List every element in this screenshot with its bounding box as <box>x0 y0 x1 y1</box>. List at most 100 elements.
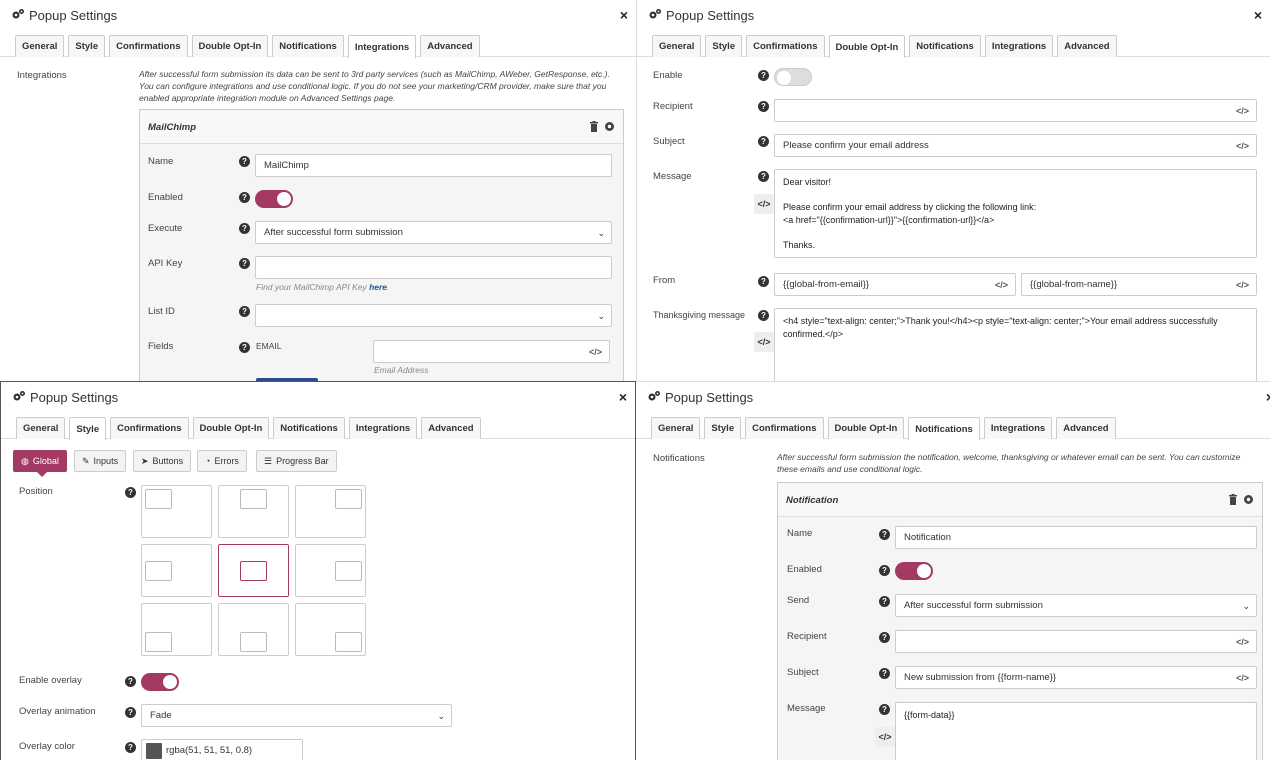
api-key-input[interactable] <box>255 256 612 279</box>
help-icon[interactable]: ? <box>239 156 250 167</box>
trash-icon[interactable] <box>589 121 599 135</box>
tab-style[interactable]: Style <box>69 417 107 440</box>
position-top-right[interactable] <box>295 485 366 538</box>
help-icon[interactable]: ? <box>758 136 769 147</box>
list-id-select[interactable]: ⌄ <box>255 304 612 327</box>
tab-notifications[interactable]: Notifications <box>272 35 344 57</box>
help-icon[interactable]: ? <box>758 70 769 81</box>
from-name-input[interactable]: {{global-from-name}} </> <box>1021 273 1257 296</box>
help-icon[interactable]: ? <box>239 342 250 353</box>
help-icon[interactable]: ? <box>879 668 890 679</box>
subtab-buttons[interactable]: ➤ Buttons <box>133 450 192 472</box>
position-bottom-right[interactable] <box>295 603 366 656</box>
recipient-input[interactable]: </> <box>895 630 1257 653</box>
execute-select[interactable]: After successful form submission ⌄ <box>255 221 612 244</box>
code-insert-button[interactable]: </> <box>875 727 895 747</box>
position-bottom-left[interactable] <box>141 603 212 656</box>
send-select[interactable]: After successful form submission ⌄ <box>895 594 1257 617</box>
tab-advanced[interactable]: Advanced <box>1057 35 1117 57</box>
help-icon[interactable]: ? <box>879 529 890 540</box>
help-icon[interactable]: ? <box>879 596 890 607</box>
help-icon[interactable]: ? <box>758 310 769 321</box>
overlay-animation-select[interactable]: Fade ⌄ <box>141 704 452 727</box>
help-icon[interactable]: ? <box>758 171 769 182</box>
help-icon[interactable]: ? <box>125 742 136 753</box>
position-middle-right[interactable] <box>295 544 366 597</box>
help-icon[interactable]: ? <box>125 676 136 687</box>
close-icon[interactable]: × <box>1254 7 1262 23</box>
tab-style[interactable]: Style <box>704 417 742 439</box>
tab-confirmations[interactable]: Confirmations <box>109 35 188 57</box>
code-icon[interactable]: </> <box>1236 637 1249 647</box>
tab-double-opt-in[interactable]: Double Opt-In <box>828 35 906 58</box>
code-icon[interactable]: </> <box>1236 673 1249 683</box>
subtab-progress-bar[interactable]: ☰ Progress Bar <box>256 450 337 472</box>
tab-advanced[interactable]: Advanced <box>421 417 481 439</box>
subtab-errors[interactable]: ◔ Errors <box>197 450 247 472</box>
help-icon[interactable]: ? <box>879 565 890 576</box>
code-icon[interactable]: </> <box>589 347 602 357</box>
trash-icon[interactable] <box>1228 494 1238 508</box>
help-icon[interactable]: ? <box>758 101 769 112</box>
tab-integrations[interactable]: Integrations <box>348 417 418 439</box>
name-input[interactable]: MailChimp <box>255 154 612 177</box>
subtab-global[interactable]: ◍ Global <box>13 450 67 477</box>
position-center[interactable] <box>218 544 289 597</box>
tab-integrations[interactable]: Integrations <box>983 417 1053 439</box>
help-icon[interactable]: ? <box>758 276 769 287</box>
tab-notifications[interactable]: Notifications <box>909 35 981 57</box>
close-icon[interactable]: × <box>619 389 627 405</box>
tab-confirmations[interactable]: Confirmations <box>745 417 824 439</box>
position-top-left[interactable] <box>141 485 212 538</box>
subtab-inputs[interactable]: ✎ Inputs <box>74 450 127 472</box>
enabled-toggle[interactable] <box>895 562 933 580</box>
tab-integrations[interactable]: Integrations <box>347 35 417 58</box>
recipient-input[interactable]: </> <box>774 99 1257 122</box>
code-icon[interactable]: </> <box>995 280 1008 290</box>
gear-icon[interactable] <box>604 121 615 135</box>
code-insert-button[interactable]: </> <box>754 332 774 352</box>
message-textarea[interactable]: Dear visitor! Please confirm your email … <box>774 169 1257 258</box>
close-icon[interactable]: × <box>620 7 628 23</box>
color-swatch[interactable] <box>146 743 162 759</box>
help-icon[interactable]: ? <box>239 306 250 317</box>
help-icon[interactable]: ? <box>239 223 250 234</box>
enabled-toggle[interactable] <box>255 190 293 208</box>
tab-style[interactable]: Style <box>68 35 106 57</box>
from-email-input[interactable]: {{global-from-email}} </> <box>774 273 1016 296</box>
tab-notifications[interactable]: Notifications <box>273 417 345 439</box>
tab-general[interactable]: General <box>651 417 701 439</box>
message-textarea[interactable]: {{form-data}} <box>895 702 1257 760</box>
tab-confirmations[interactable]: Confirmations <box>746 35 825 57</box>
overlay-toggle[interactable] <box>141 673 179 691</box>
help-icon[interactable]: ? <box>125 487 136 498</box>
help-icon[interactable]: ? <box>879 704 890 715</box>
tab-double-opt-in[interactable]: Double Opt-In <box>192 417 270 439</box>
gear-icon[interactable] <box>1243 494 1254 508</box>
code-icon[interactable]: </> <box>1236 141 1249 151</box>
thanks-textarea[interactable]: <h4 style="text-align: center;">Thank yo… <box>774 308 1257 381</box>
help-icon[interactable]: ? <box>125 707 136 718</box>
api-key-link[interactable]: here <box>369 282 387 292</box>
help-icon[interactable]: ? <box>239 192 250 203</box>
tab-double-opt-in[interactable]: Double Opt-In <box>827 417 905 439</box>
tab-general[interactable]: General <box>652 35 702 57</box>
tab-advanced[interactable]: Advanced <box>1056 417 1116 439</box>
code-icon[interactable]: </> <box>1236 106 1249 116</box>
position-middle-left[interactable] <box>141 544 212 597</box>
enable-toggle[interactable] <box>774 68 812 86</box>
tab-advanced[interactable]: Advanced <box>420 35 480 57</box>
help-icon[interactable]: ? <box>239 258 250 269</box>
subject-input[interactable]: Please confirm your email address </> <box>774 134 1257 157</box>
close-icon[interactable]: × <box>1266 389 1270 405</box>
overlay-color-input[interactable]: rgba(51, 51, 51, 0.8) <box>141 739 303 760</box>
position-top-center[interactable] <box>218 485 289 538</box>
position-bottom-center[interactable] <box>218 603 289 656</box>
email-field-input[interactable]: </> <box>373 340 610 363</box>
code-insert-button[interactable]: </> <box>754 194 774 214</box>
tab-double-opt-in[interactable]: Double Opt-In <box>191 35 269 57</box>
tab-confirmations[interactable]: Confirmations <box>110 417 189 439</box>
tab-general[interactable]: General <box>15 35 65 57</box>
help-icon[interactable]: ? <box>879 632 890 643</box>
tab-integrations[interactable]: Integrations <box>984 35 1054 57</box>
